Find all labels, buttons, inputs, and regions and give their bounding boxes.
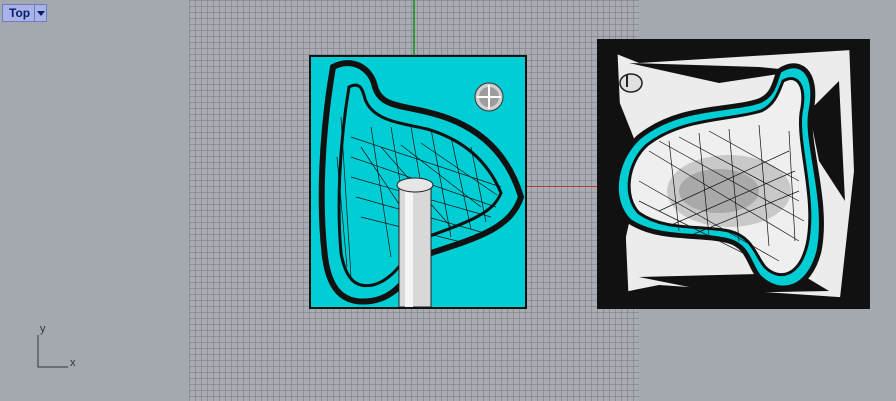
mold-wireframe-cyan-graphic xyxy=(318,60,525,307)
axis-y-label: y xyxy=(40,323,46,335)
target-cursor-icon xyxy=(474,82,504,112)
viewport-title-tab[interactable]: Top xyxy=(2,4,47,22)
dial-icon xyxy=(619,73,643,93)
viewport-top[interactable]: Top y x xyxy=(0,0,896,401)
viewport-title[interactable]: Top xyxy=(3,6,34,20)
mold-wireframe-white-graphic xyxy=(599,41,868,307)
world-y-axis xyxy=(413,0,415,55)
triangle-down-icon[interactable] xyxy=(34,5,46,21)
axis-x-label: x xyxy=(70,357,76,369)
wireframe-mold-white[interactable] xyxy=(597,39,870,309)
wireframe-mold-cyan[interactable] xyxy=(309,55,527,309)
axis-widget: y x xyxy=(34,323,84,375)
world-x-axis xyxy=(526,186,598,187)
